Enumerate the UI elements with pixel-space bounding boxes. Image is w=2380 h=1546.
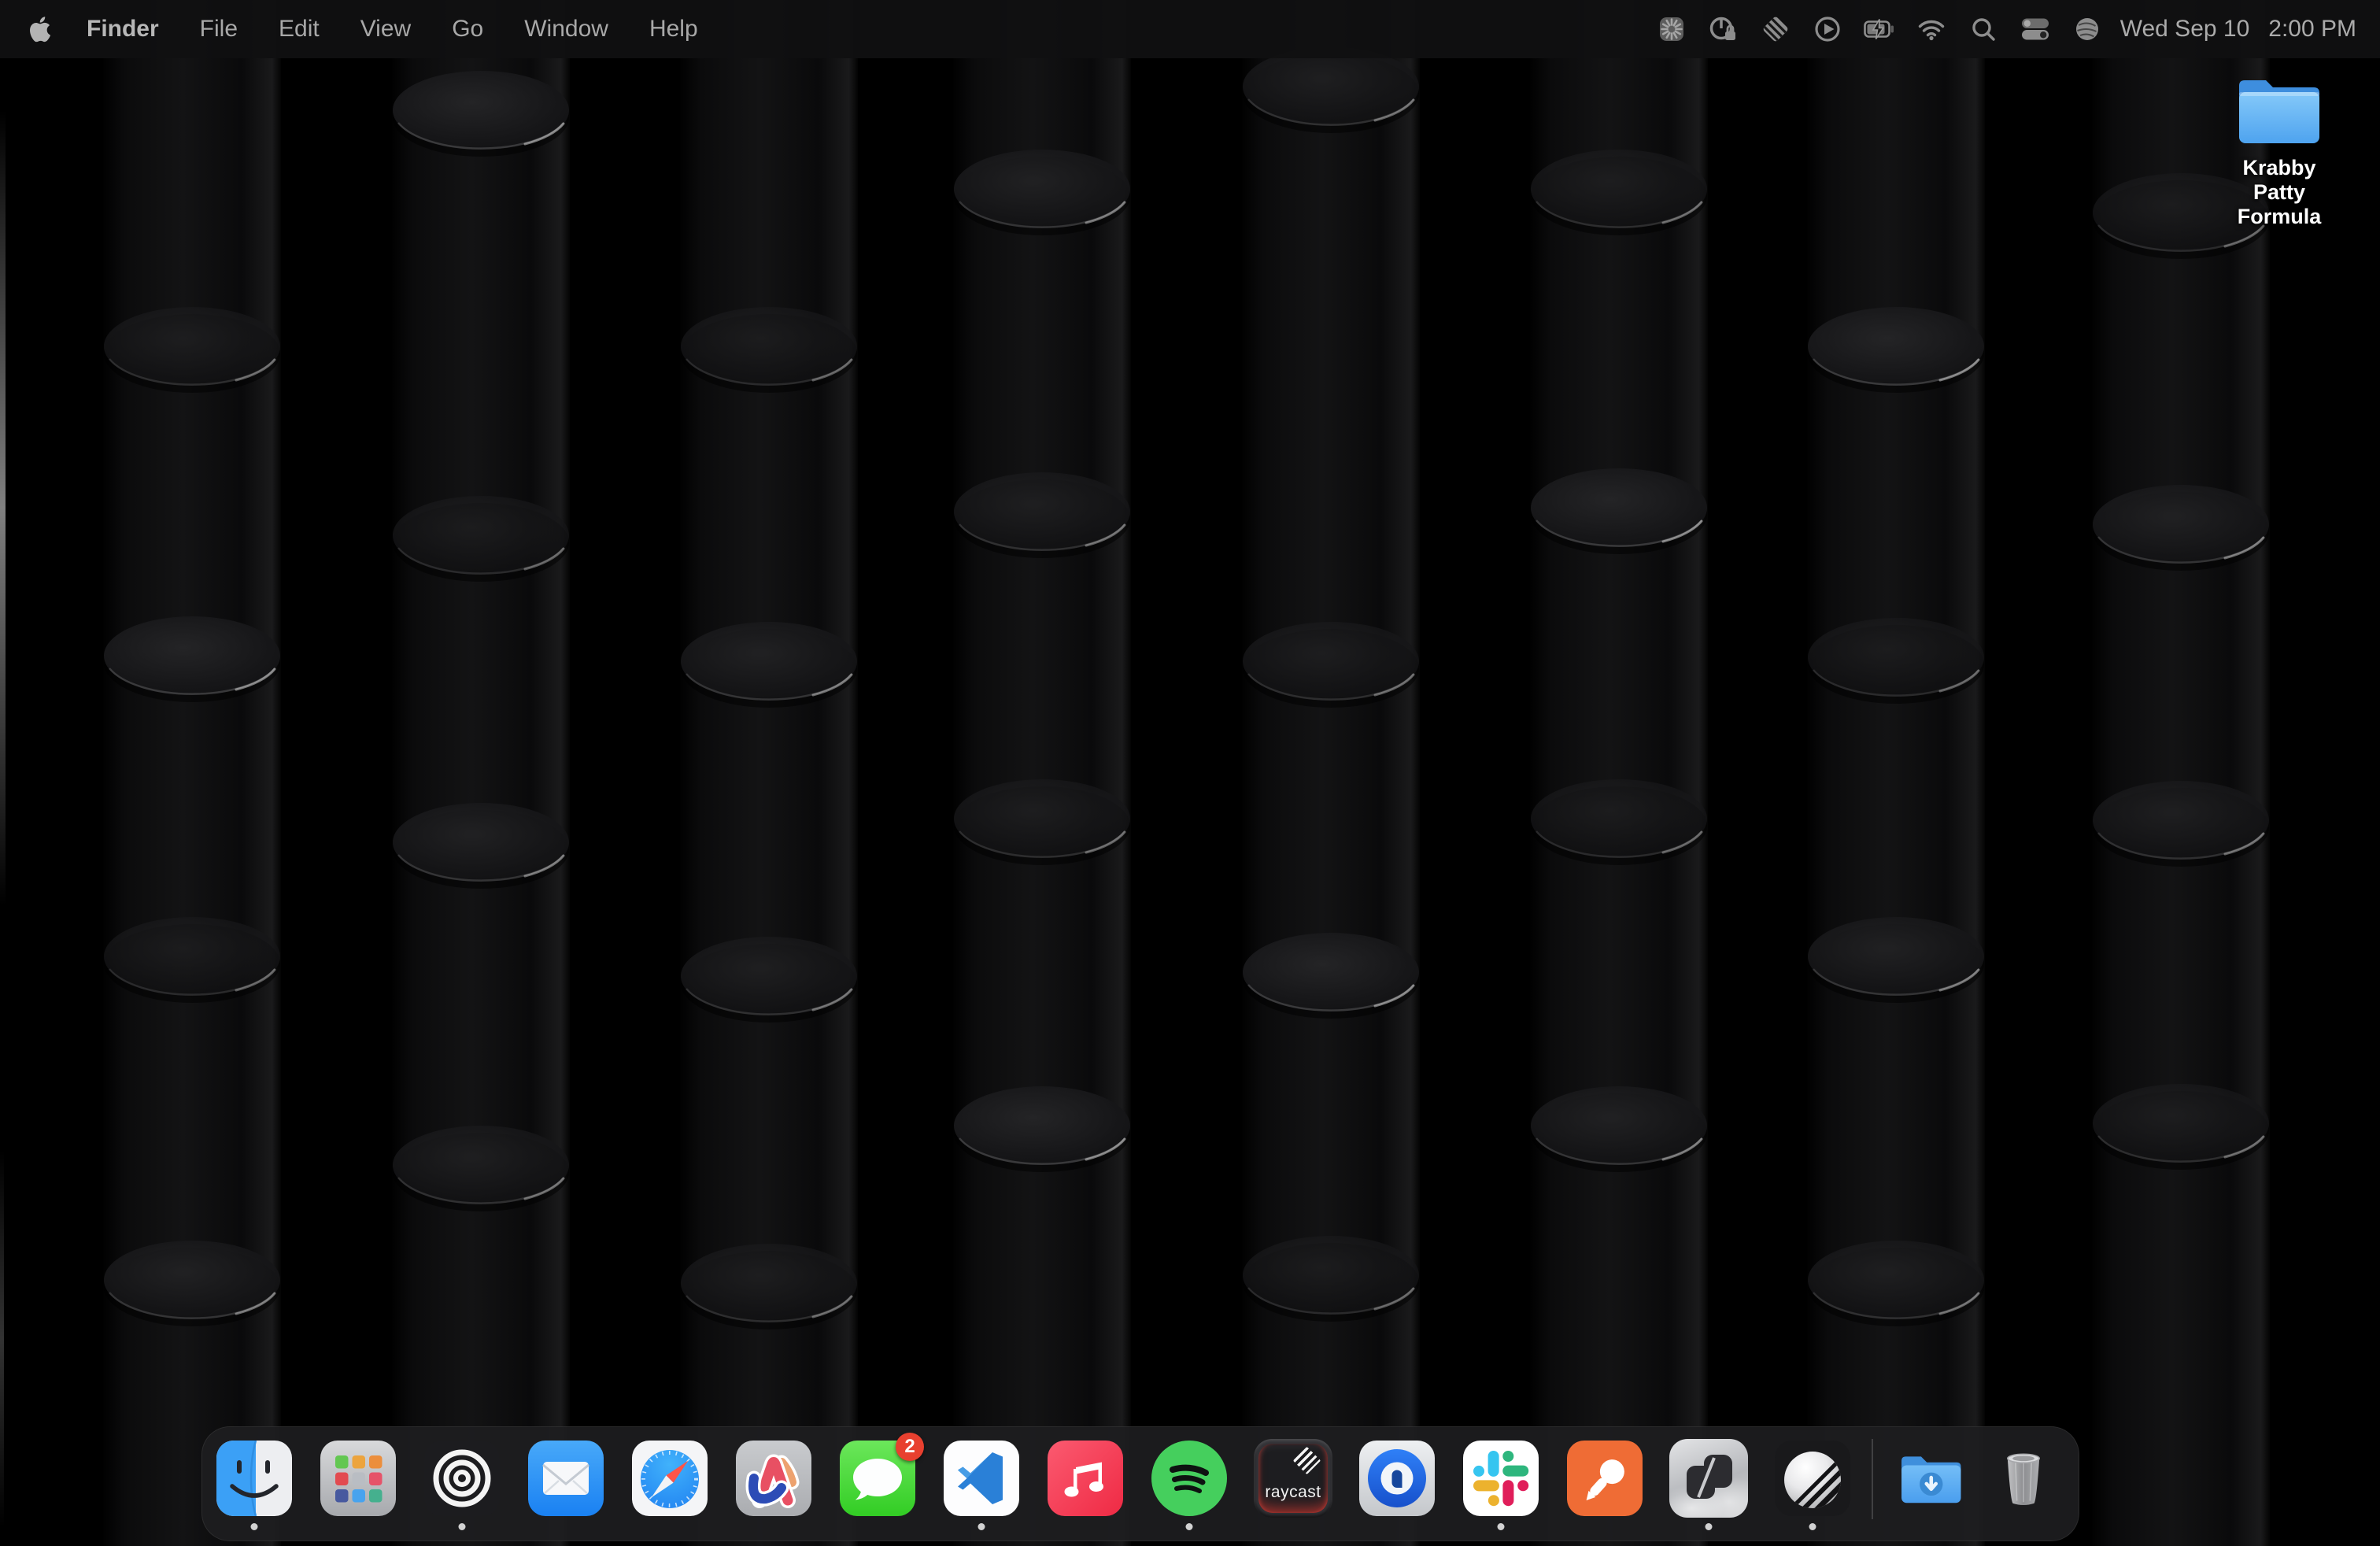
arc-browser-icon bbox=[734, 1439, 813, 1518]
menu-window[interactable]: Window bbox=[524, 16, 608, 43]
menu-bar-left: Finder File Edit View Go Window Help bbox=[28, 16, 698, 43]
raycast-icon: raycast bbox=[1254, 1439, 1332, 1518]
dock-marble-tile-app[interactable] bbox=[1669, 1439, 1748, 1518]
dock-slack[interactable] bbox=[1462, 1439, 1540, 1518]
marble-tile-icon bbox=[1669, 1439, 1748, 1518]
dock-finder[interactable] bbox=[215, 1439, 294, 1518]
dock-launchpad[interactable] bbox=[319, 1439, 397, 1518]
trash-icon bbox=[1990, 1439, 2057, 1518]
running-indicator bbox=[1706, 1523, 1713, 1530]
dock-concentric-rings-app[interactable] bbox=[423, 1439, 501, 1518]
menu-help[interactable]: Help bbox=[649, 16, 698, 43]
dock-mail[interactable] bbox=[527, 1439, 605, 1518]
apple-music-icon bbox=[1046, 1439, 1125, 1518]
raycast-panel bbox=[1258, 1444, 1328, 1513]
wifi-icon[interactable] bbox=[1916, 13, 1947, 45]
swirl-globe-icon[interactable] bbox=[2071, 13, 2103, 45]
menu-file[interactable]: File bbox=[200, 16, 238, 43]
dock-trash[interactable] bbox=[1990, 1439, 2057, 1518]
desktop-folder-label: Krabby Patty Formula bbox=[2216, 156, 2342, 229]
desktop-wallpaper bbox=[0, 0, 2380, 1546]
1password-icon bbox=[1358, 1439, 1436, 1518]
spotlight-search-icon[interactable] bbox=[1968, 13, 1999, 45]
running-indicator bbox=[251, 1523, 258, 1530]
menu-view[interactable]: View bbox=[360, 16, 411, 43]
safari-icon bbox=[630, 1439, 709, 1518]
battery-charging-icon[interactable] bbox=[1864, 13, 1895, 45]
raycast-wordmark: raycast bbox=[1254, 1483, 1332, 1502]
apple-logo-icon bbox=[28, 16, 50, 43]
dock-postman[interactable] bbox=[1565, 1439, 1644, 1518]
macos-desktop: Finder File Edit View Go Window Help bbox=[0, 0, 2380, 1546]
launchpad-icon bbox=[319, 1439, 397, 1518]
blue-folder-icon bbox=[2233, 74, 2326, 150]
concentric-rings-icon bbox=[423, 1439, 501, 1518]
menu-bar-clock[interactable]: 2:00 PM bbox=[2268, 16, 2356, 43]
dock-apple-music[interactable] bbox=[1046, 1439, 1125, 1518]
dock-spotify[interactable] bbox=[1150, 1439, 1229, 1518]
burst-icon[interactable] bbox=[1656, 13, 1687, 45]
running-indicator bbox=[1809, 1523, 1816, 1530]
apple-menu[interactable] bbox=[28, 16, 50, 43]
dock-vscode[interactable] bbox=[942, 1439, 1021, 1518]
spotify-icon bbox=[1150, 1439, 1229, 1518]
dock-1password[interactable] bbox=[1358, 1439, 1436, 1518]
finder-icon bbox=[215, 1439, 294, 1518]
menu-bar-date[interactable]: Wed Sep 10 bbox=[2120, 16, 2250, 43]
app-menu-finder[interactable]: Finder bbox=[87, 16, 159, 43]
dock-divider bbox=[1872, 1439, 1873, 1519]
dock-messages[interactable]: 2 bbox=[838, 1439, 917, 1518]
control-center-icon[interactable] bbox=[2020, 13, 2051, 45]
dock: 2 bbox=[201, 1426, 2079, 1541]
dock-safari[interactable] bbox=[630, 1439, 709, 1518]
dock-arc-browser[interactable] bbox=[734, 1439, 813, 1518]
dock-raycast[interactable]: raycast bbox=[1254, 1439, 1332, 1518]
striped-diamond-icon[interactable] bbox=[1760, 13, 1791, 45]
desktop-folder-krabby-patty-formula[interactable]: Krabby Patty Formula bbox=[2216, 74, 2342, 229]
play-circle-icon[interactable] bbox=[1812, 13, 1843, 45]
postman-icon bbox=[1565, 1439, 1644, 1518]
downloads-folder-icon bbox=[1893, 1439, 1965, 1518]
running-indicator bbox=[978, 1523, 985, 1530]
screen-lock-icon[interactable] bbox=[1708, 13, 1739, 45]
running-indicator bbox=[1186, 1523, 1193, 1530]
menu-bar-status-area: Wed Sep 10 2:00 PM bbox=[1635, 13, 2356, 45]
running-indicator bbox=[1498, 1523, 1505, 1530]
vscode-icon bbox=[942, 1439, 1021, 1518]
dock-striped-sphere-app[interactable] bbox=[1773, 1439, 1852, 1518]
menu-edit[interactable]: Edit bbox=[279, 16, 320, 43]
menu-go[interactable]: Go bbox=[452, 16, 483, 43]
notification-badge: 2 bbox=[896, 1433, 924, 1461]
dock-downloads-folder[interactable] bbox=[1893, 1439, 1965, 1518]
striped-sphere-icon bbox=[1773, 1439, 1852, 1518]
running-indicator bbox=[459, 1523, 466, 1530]
menu-bar: Finder File Edit View Go Window Help bbox=[0, 0, 2380, 58]
mail-icon bbox=[527, 1439, 605, 1518]
slack-icon bbox=[1462, 1439, 1540, 1518]
